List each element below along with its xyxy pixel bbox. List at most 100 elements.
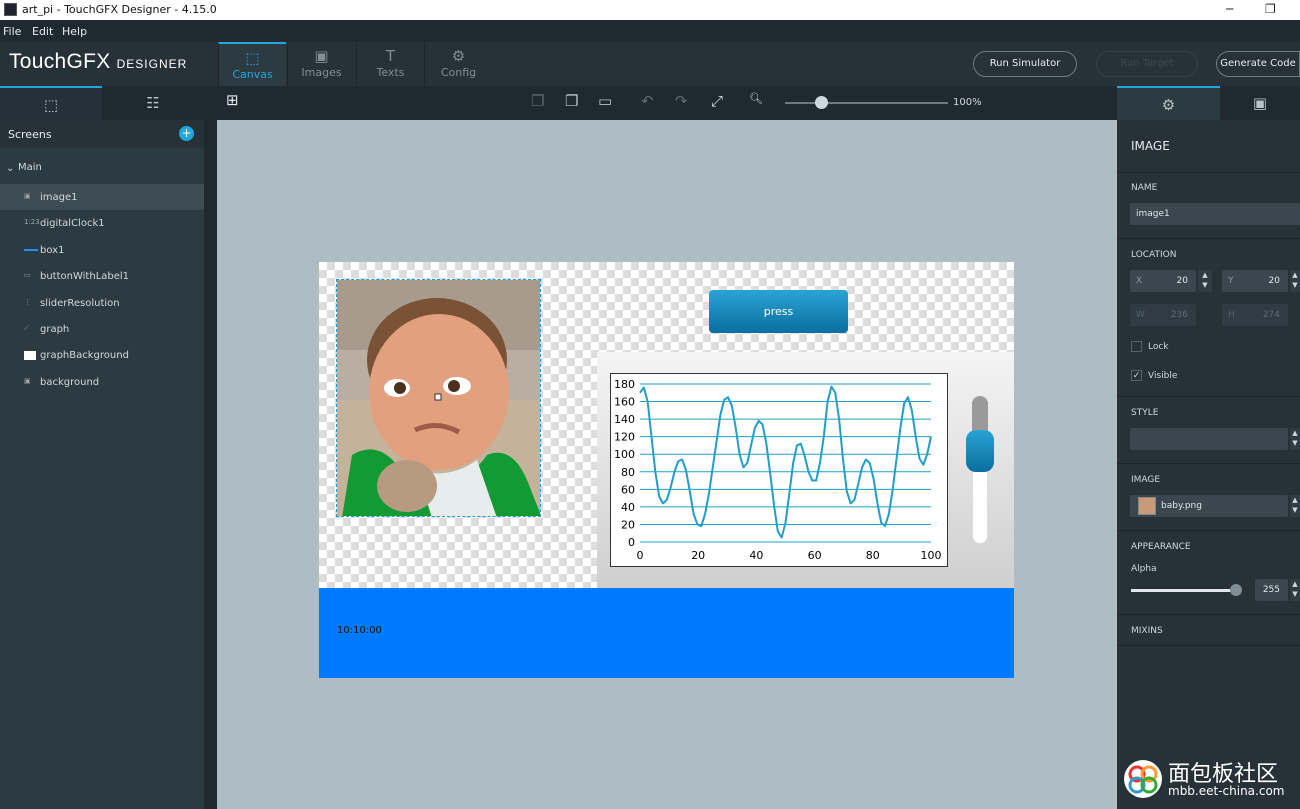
x-field[interactable]: X 20 [1130, 270, 1196, 292]
alpha-label: Alpha [1131, 564, 1157, 574]
zoom-slider[interactable] [785, 102, 948, 104]
y-stepper[interactable]: ▲ ▼ [1290, 270, 1300, 292]
arrange-icon[interactable]: ▭ [598, 92, 612, 110]
y-tick-label: 40 [621, 501, 635, 514]
bring-front-icon[interactable]: ❐ [565, 92, 578, 110]
visible-checkbox[interactable]: ✓ [1131, 370, 1142, 381]
fit-screen-icon[interactable]: ⤢ [711, 92, 723, 110]
properties-tab[interactable]: ⚙ [1117, 86, 1220, 120]
screens-panel-tab[interactable]: ⬚ [0, 86, 102, 120]
tree-item-background[interactable]: ▣ background [0, 369, 204, 395]
mixins-section [1117, 614, 1300, 615]
redo-icon[interactable]: ↷ [675, 92, 688, 110]
alpha-slider-knob[interactable] [1230, 584, 1242, 596]
texts-icon: T [385, 47, 396, 65]
name-section [1117, 172, 1300, 173]
menu-help[interactable]: Help [62, 25, 87, 38]
y-tick-label: 0 [628, 536, 635, 549]
tree-item-box1[interactable]: box1 [0, 237, 204, 263]
tree-item-digitalClock1[interactable]: 1:23 digitalClock1 [0, 210, 204, 236]
run-simulator-button[interactable]: Run Simulator [973, 51, 1077, 77]
screen-select-icon: ⬚ [43, 96, 59, 114]
location-section [1117, 238, 1300, 239]
tree-item-graph[interactable]: ⟋ graph [0, 316, 204, 342]
lock-label: Lock [1148, 342, 1169, 352]
tree-item-label: graph [40, 324, 70, 335]
style-stepper[interactable]: ▲ ▼ [1290, 428, 1300, 450]
menu-file[interactable]: File [3, 25, 21, 38]
mixins-label: MIXINS [1131, 626, 1163, 636]
box-icon [24, 351, 36, 361]
slider-icon: ⋮ [24, 297, 31, 306]
zoom-level: 100% [953, 97, 982, 108]
lock-checkbox[interactable] [1131, 341, 1142, 352]
tab-images[interactable]: ▣ Images [287, 42, 355, 86]
visible-label: Visible [1148, 371, 1178, 381]
h-field: H 274 [1222, 304, 1288, 326]
y-tick-label: 160 [614, 396, 635, 409]
image1-widget[interactable] [336, 279, 541, 517]
appearance-label: APPEARANCE [1131, 542, 1191, 552]
undo-icon[interactable]: ↶ [641, 92, 654, 110]
tree-item-label: digitalClock1 [40, 218, 105, 230]
menu-edit[interactable]: Edit [32, 25, 53, 38]
config-icon: ⚙ [451, 47, 466, 65]
image-thumbnail [1138, 497, 1156, 515]
graph-widget[interactable]: 0 20 40 60 80 100 120 140 160 180 0 20 40 60 80 100 [610, 373, 948, 567]
digital-clock-icon: 1:23 [24, 218, 40, 227]
screens-header: Screens + [0, 120, 204, 148]
y-tick-label: 180 [614, 378, 635, 391]
tree-item-image1[interactable]: ▣ image1 [0, 184, 204, 210]
digital-clock[interactable]: 10:10:00 [337, 625, 382, 636]
restore-icon[interactable]: ❐ [1265, 2, 1276, 16]
y-field[interactable]: Y 20 [1222, 270, 1288, 292]
y-tick-label: 80 [621, 466, 635, 479]
add-screen-icon[interactable]: + [179, 126, 194, 141]
style-section [1117, 396, 1300, 397]
generate-code-button[interactable]: Generate Code [1216, 51, 1300, 77]
alpha-slider-track[interactable] [1131, 589, 1237, 592]
tab-texts[interactable]: T Texts [356, 42, 424, 86]
add-widget-icon[interactable]: ⊞ [226, 91, 239, 109]
press-button[interactable]: press [709, 290, 848, 333]
box1-widget[interactable] [319, 588, 1014, 678]
screen-main[interactable]: ⌄ Main [0, 154, 204, 180]
zoom-reset-icon[interactable]: 🔍︎ [749, 92, 763, 105]
zoom-slider-knob[interactable] [815, 96, 828, 109]
tree-item-label: box1 [40, 244, 65, 256]
title-bar: art_pi - TouchGFX Designer - 4.15.0 ─ ❐ [0, 0, 1300, 20]
interactions-tab[interactable]: ▣ [1220, 86, 1300, 120]
tab-canvas[interactable]: ⬚ Canvas [218, 42, 286, 86]
tree-item-sliderResolution[interactable]: ⋮ sliderResolution [0, 290, 204, 316]
w-field: W 236 [1130, 304, 1196, 326]
x-tick-label: 60 [808, 549, 822, 562]
box-icon [24, 248, 38, 251]
sliders-icon: ☷ [146, 94, 160, 112]
tree-item-label: image1 [40, 192, 78, 203]
x-stepper[interactable]: ▲ ▼ [1198, 270, 1212, 292]
interaction-icon: ▣ [1252, 94, 1268, 112]
image-stepper[interactable]: ▲ ▼ [1290, 495, 1300, 517]
alpha-stepper[interactable]: ▲ ▼ [1290, 579, 1300, 601]
line-chart: 0 20 40 60 80 100 120 140 160 180 0 20 40 60 80 100 [614, 378, 942, 562]
alpha-field[interactable]: 255 [1255, 579, 1288, 601]
interactions-panel-tab[interactable]: ☷ [102, 86, 204, 120]
properties-icon: ⚙ [1161, 96, 1176, 114]
image-select[interactable]: baby.png [1130, 495, 1288, 517]
run-target-button[interactable]: Run Target [1096, 51, 1198, 77]
send-back-icon[interactable]: ❐ [531, 92, 544, 110]
x-tick-label: 0 [637, 549, 644, 562]
tab-config[interactable]: ⚙ Config [424, 42, 492, 86]
slider-resolution-knob[interactable] [966, 430, 994, 472]
image-icon: ▣ [24, 192, 31, 200]
minimize-icon[interactable]: ─ [1226, 2, 1233, 16]
style-select[interactable] [1130, 428, 1288, 450]
tree-item-buttonWithLabel1[interactable]: ▭ buttonWithLabel1 [0, 263, 204, 289]
y-tick-label: 140 [614, 413, 635, 426]
tree-item-label: graphBackground [40, 350, 129, 362]
name-field[interactable]: image1 [1130, 203, 1300, 225]
tree-item-graphBackground[interactable]: graphBackground [0, 342, 204, 368]
properties-title: IMAGE [1131, 139, 1170, 153]
mixins-divider [1117, 645, 1300, 646]
series-line [639, 385, 932, 539]
